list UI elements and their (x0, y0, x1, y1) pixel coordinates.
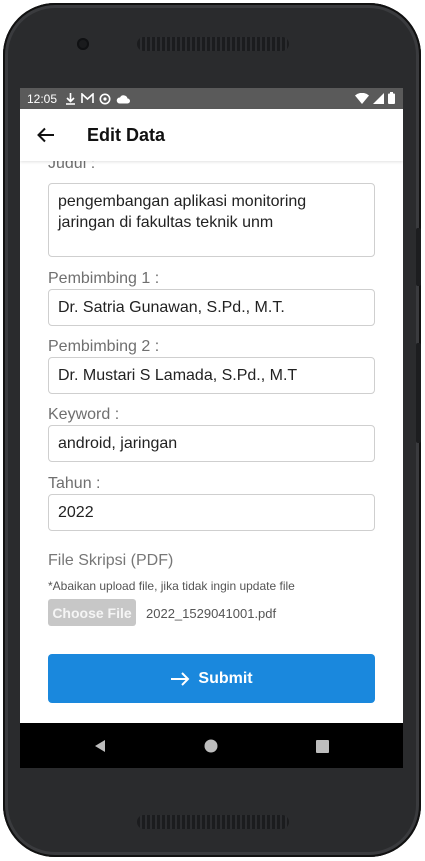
recents-square-icon (315, 739, 329, 753)
file-label: File Skripsi (PDF) (48, 552, 174, 569)
submit-label: Submit (198, 669, 253, 687)
keyword-label: Keyword : (48, 406, 120, 423)
status-bar: 12:05 (20, 88, 403, 109)
download-icon (66, 92, 76, 105)
tahun-label: Tahun : (48, 475, 101, 492)
nav-recents-button[interactable] (312, 736, 332, 756)
pembimbing1-label: Pembimbing 1 : (48, 270, 160, 287)
battery-icon (388, 92, 395, 104)
nav-back-button[interactable] (90, 736, 110, 756)
front-camera (77, 38, 89, 50)
arrow-left-icon (37, 127, 54, 143)
keyword-input[interactable]: android, jaringan (48, 425, 375, 462)
pembimbing2-input[interactable]: Dr. Mustari S Lamada, S.Pd., M.T (48, 357, 375, 394)
status-time: 12:05 (27, 91, 58, 106)
submit-button[interactable]: Submit (48, 654, 375, 703)
back-button[interactable] (20, 109, 72, 161)
file-name: 2022_1529041001.pdf (146, 606, 277, 621)
judul-label: Judul : (48, 161, 96, 172)
arrow-right-icon (171, 671, 190, 686)
cloud-icon (116, 94, 131, 103)
choose-file-button[interactable]: Choose File (48, 599, 136, 626)
power-button (416, 343, 421, 443)
pembimbing1-input[interactable]: Dr. Satria Gunawan, S.Pd., M.T. (48, 289, 375, 326)
nav-bar (20, 723, 403, 768)
file-note: *Abaikan upload file, jika tidak ingin u… (48, 579, 295, 593)
tahun-input[interactable]: 2022 (48, 494, 375, 531)
judul-textarea[interactable]: pengembangan aplikasi monitoring jaringa… (48, 183, 375, 257)
sync-icon (99, 93, 111, 104)
wifi-icon (355, 92, 369, 104)
page-title: Edit Data (87, 124, 166, 145)
app-bar: Edit Data (20, 109, 403, 161)
screen: 12:05 Edit Data Judul: pengembangan apl… (20, 88, 403, 768)
home-circle-icon (204, 739, 218, 753)
signal-icon (373, 92, 384, 104)
volume-button (416, 228, 421, 286)
back-triangle-icon (95, 740, 105, 752)
pembimbing2-label: Pembimbing 2 : (48, 338, 160, 355)
gmail-icon (81, 93, 94, 103)
top-speaker (137, 37, 289, 51)
form-content[interactable]: Judul : pengembangan aplikasi monitoring… (20, 161, 403, 723)
phone-frame: 12:05 Edit Data Judul: pengembangan apl… (3, 3, 421, 857)
bottom-speaker (137, 815, 289, 829)
nav-home-button[interactable] (201, 736, 221, 756)
